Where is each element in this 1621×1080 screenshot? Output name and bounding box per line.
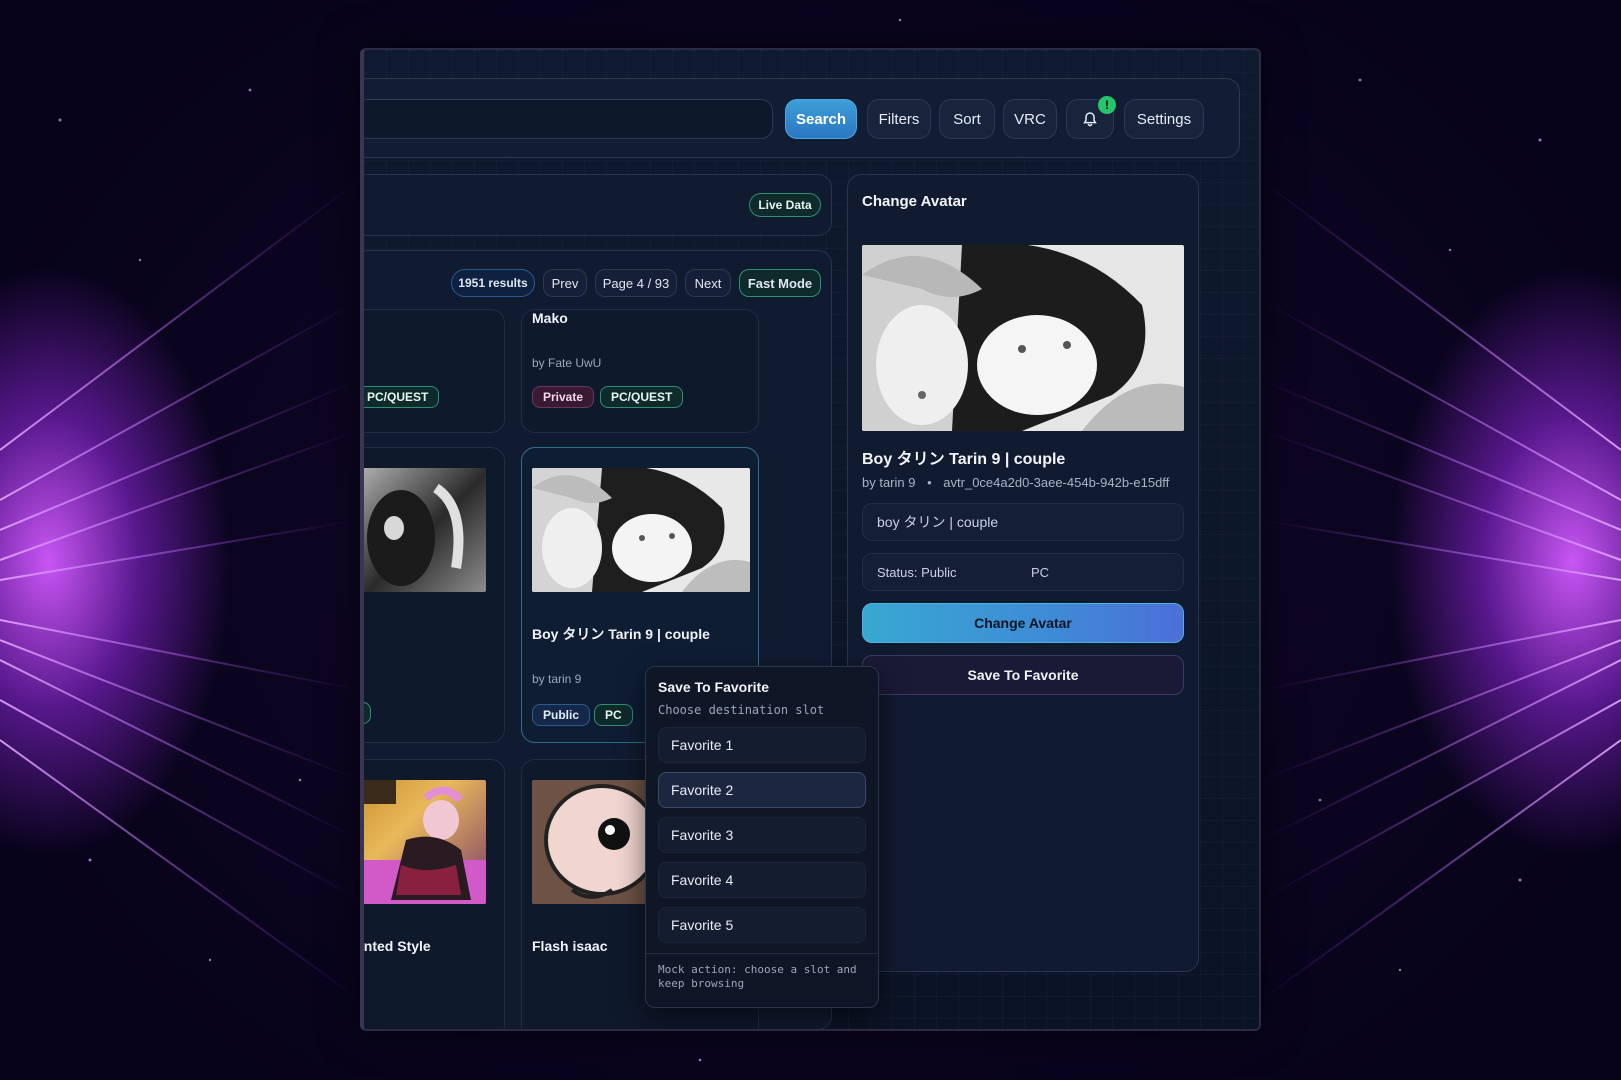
- card-title: Flash isaac: [532, 938, 608, 954]
- card-tag: PC/QUEST: [364, 386, 440, 408]
- card-tag-private: Private: [532, 386, 595, 408]
- card-author: by Fate UwU: [532, 356, 602, 370]
- dark-figure-illustration: [367, 483, 464, 586]
- save-to-favorite-button[interactable]: Save To Favorite: [862, 655, 1184, 695]
- vrc-button[interactable]: VRC: [1003, 99, 1057, 139]
- avatar-preview-image: [862, 245, 1184, 431]
- favorite-slot-4[interactable]: Favorite 4: [658, 862, 866, 898]
- change-avatar-button[interactable]: Change Avatar: [862, 603, 1184, 643]
- notifications-button[interactable]: !: [1066, 96, 1116, 139]
- card-tag-status: Public: [532, 704, 591, 726]
- menu-title: Save To Favorite: [658, 679, 770, 695]
- avatar-card[interactable]: PC/QUEST: [364, 309, 505, 433]
- fast-mode-toggle[interactable]: Fast Mode: [739, 269, 821, 297]
- change-avatar-panel: Change Avatar Boy タリン Tarin 9 | couple b…: [847, 174, 1199, 972]
- page-indicator: Page 4 / 93: [595, 269, 677, 297]
- app-window: Search Filters Sort VRC ! Settings Live …: [360, 48, 1261, 1031]
- panel-title: Change Avatar: [862, 193, 967, 210]
- card-tag-platform: PC: [594, 704, 633, 726]
- couple-illustration-large: [862, 245, 1184, 431]
- sort-button[interactable]: Sort: [939, 99, 995, 139]
- save-to-favorite-menu: Save To Favorite Choose destination slot…: [645, 666, 879, 1008]
- avatar-name: Boy タリン Tarin 9 | couple: [862, 451, 1066, 468]
- favorite-slot-5[interactable]: Favorite 5: [658, 907, 866, 943]
- next-page-button[interactable]: Next: [685, 269, 731, 297]
- platform-text: PC: [1031, 564, 1050, 580]
- bell-icon: [1083, 112, 1097, 127]
- avatar-card[interactable]: anted Style: [360, 759, 505, 1029]
- card-tag-platform: PC/QUEST: [600, 386, 684, 408]
- card-title: Mako: [532, 310, 568, 326]
- search-input[interactable]: [364, 99, 773, 139]
- status-panel: Live Data: [364, 174, 832, 236]
- avatar-card[interactable]: Mako by Fate UwU Private PC/QUEST: [521, 309, 759, 433]
- live-data-badge: Live Data: [749, 193, 821, 217]
- avatar-id: avtr_0ce4a2d0-3aee-454b-942b-e15dff: [943, 475, 1170, 490]
- avatar-description: boy タリン | couple: [862, 503, 1184, 541]
- card-title: anted Style: [360, 938, 431, 954]
- menu-footer: Mock action: choose a slot and keep brow…: [658, 963, 857, 990]
- status-text: Status: Public: [877, 564, 957, 580]
- filters-button[interactable]: Filters: [867, 99, 931, 139]
- settings-button[interactable]: Settings: [1124, 99, 1204, 139]
- avatar-meta: by tarin 9 • avtr_0ce4a2d0-3aee-454b-942…: [862, 475, 1169, 490]
- avatar-thumbnail: [532, 468, 750, 592]
- card-tag: PC: [364, 702, 371, 724]
- results-count: 1951 results: [451, 269, 535, 297]
- avatar-status-row: Status: Public PC: [862, 553, 1184, 591]
- avatar-card[interactable]: PC: [364, 447, 505, 743]
- favorite-slot-3[interactable]: Favorite 3: [658, 817, 866, 853]
- favorite-slot-1[interactable]: Favorite 1: [658, 727, 866, 763]
- avatar-author: by tarin 9: [862, 475, 916, 490]
- avatar-thumbnail: [364, 468, 486, 592]
- menu-divider: [646, 953, 878, 954]
- search-button[interactable]: Search: [785, 99, 857, 139]
- couple-illustration: [532, 468, 750, 592]
- menu-subtitle: Choose destination slot: [658, 703, 825, 717]
- top-toolbar: Search Filters Sort VRC ! Settings: [364, 78, 1240, 158]
- character-illustration: [364, 780, 486, 904]
- favorite-slot-2[interactable]: Favorite 2: [658, 772, 866, 808]
- meta-separator: •: [927, 475, 932, 490]
- card-author: by tarin 9: [532, 672, 582, 686]
- notification-badge: !: [1098, 96, 1116, 114]
- prev-page-button[interactable]: Prev: [543, 269, 587, 297]
- card-title: Boy タリン Tarin 9 | couple: [532, 626, 710, 642]
- avatar-thumbnail: [364, 780, 486, 904]
